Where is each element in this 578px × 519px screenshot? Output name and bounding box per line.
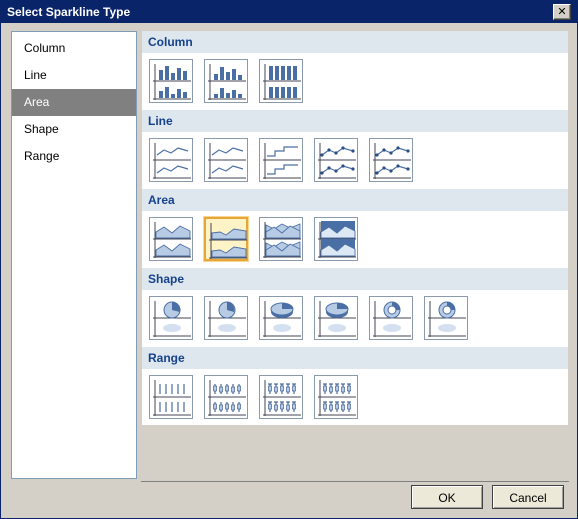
section-title: Column bbox=[148, 35, 193, 49]
range-chart-icon bbox=[153, 380, 191, 416]
sparkline-option-line-5[interactable] bbox=[369, 138, 413, 182]
section-header-range: Range bbox=[142, 347, 568, 369]
sparkline-option-range-2[interactable] bbox=[204, 375, 248, 419]
range-chart-icon bbox=[208, 380, 246, 416]
line-chart-icon bbox=[263, 143, 301, 179]
dialog-title: Select Sparkline Type bbox=[7, 5, 131, 19]
pie-chart-icon bbox=[428, 301, 466, 337]
sparkline-option-shape-6[interactable] bbox=[424, 296, 468, 340]
sparkline-option-column-2[interactable] bbox=[204, 59, 248, 103]
sparkline-option-area-2[interactable] bbox=[204, 217, 248, 261]
sparkline-option-line-2[interactable] bbox=[204, 138, 248, 182]
line-chart-icon bbox=[153, 143, 191, 179]
sparkline-option-area-4[interactable] bbox=[314, 217, 358, 261]
column-chart-icon bbox=[208, 64, 246, 100]
category-range[interactable]: Range bbox=[12, 143, 136, 170]
category-area[interactable]: Area bbox=[12, 89, 136, 116]
pie-chart-icon bbox=[153, 301, 191, 337]
sparkline-option-shape-4[interactable] bbox=[314, 296, 358, 340]
title-bar: Select Sparkline Type ✕ bbox=[1, 1, 577, 23]
sparkline-category-list: Column Line Area Shape Range bbox=[11, 31, 137, 479]
sparkline-option-shape-1[interactable] bbox=[149, 296, 193, 340]
sparkline-option-column-3[interactable] bbox=[259, 59, 303, 103]
ok-button[interactable]: OK bbox=[411, 485, 483, 509]
sparkline-option-shape-3[interactable] bbox=[259, 296, 303, 340]
close-button[interactable]: ✕ bbox=[553, 4, 571, 20]
column-chart-icon bbox=[263, 64, 301, 100]
footer-divider bbox=[141, 481, 569, 482]
section-header-column: Column bbox=[142, 31, 568, 53]
line-chart-icon bbox=[318, 143, 356, 179]
section-title: Line bbox=[148, 114, 173, 128]
area-chart-icon bbox=[209, 223, 247, 259]
section-title: Shape bbox=[148, 272, 185, 286]
range-chart-icon bbox=[318, 380, 356, 416]
sparkline-option-column-1[interactable] bbox=[149, 59, 193, 103]
sparkline-option-range-3[interactable] bbox=[259, 375, 303, 419]
column-chart-icon bbox=[153, 64, 191, 100]
sparkline-option-area-1[interactable] bbox=[149, 217, 193, 261]
area-chart-icon bbox=[153, 222, 191, 258]
category-line[interactable]: Line bbox=[12, 62, 136, 89]
pie-chart-icon bbox=[373, 301, 411, 337]
area-chart-icon bbox=[263, 222, 301, 258]
section-title: Area bbox=[148, 193, 175, 207]
sparkline-option-range-1[interactable] bbox=[149, 375, 193, 419]
category-shape[interactable]: Shape bbox=[12, 116, 136, 143]
area-chart-icon bbox=[318, 221, 356, 258]
pie-chart-icon bbox=[263, 301, 301, 337]
range-chart-icon bbox=[263, 380, 301, 416]
category-column[interactable]: Column bbox=[12, 35, 136, 62]
section-title: Range bbox=[148, 351, 185, 365]
cancel-button[interactable]: Cancel bbox=[492, 485, 564, 509]
pie-chart-icon bbox=[318, 301, 356, 337]
sparkline-option-shape-2[interactable] bbox=[204, 296, 248, 340]
dialog-window: Select Sparkline Type ✕ Column Line Area… bbox=[0, 0, 578, 519]
sparkline-option-line-4[interactable] bbox=[314, 138, 358, 182]
sparkline-option-range-4[interactable] bbox=[314, 375, 358, 419]
sparkline-gallery: Column Line Area Shape Range bbox=[142, 31, 568, 425]
section-header-shape: Shape bbox=[142, 268, 568, 290]
sparkline-option-shape-5[interactable] bbox=[369, 296, 413, 340]
sparkline-option-line-1[interactable] bbox=[149, 138, 193, 182]
sparkline-option-area-3[interactable] bbox=[259, 217, 303, 261]
line-chart-icon bbox=[208, 143, 246, 179]
section-header-line: Line bbox=[142, 110, 568, 132]
sparkline-option-line-3[interactable] bbox=[259, 138, 303, 182]
pie-chart-icon bbox=[208, 301, 246, 337]
line-chart-icon bbox=[373, 143, 411, 179]
section-header-area: Area bbox=[142, 189, 568, 211]
